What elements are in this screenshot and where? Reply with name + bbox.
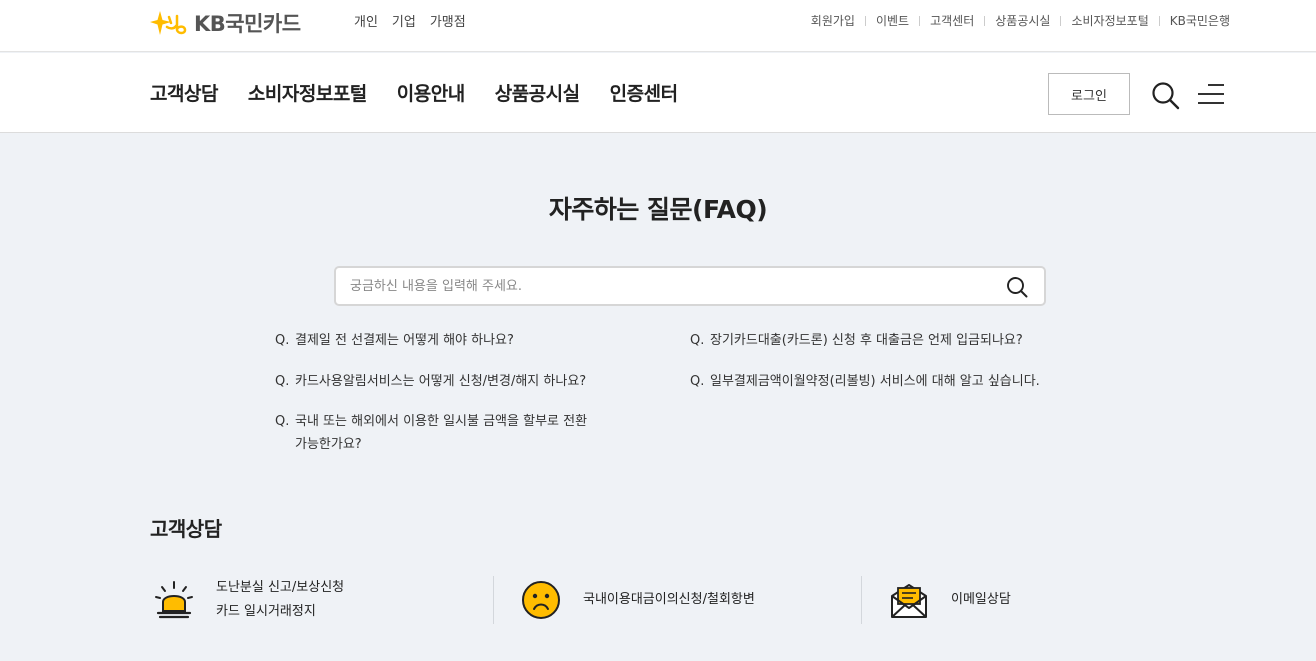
top-utility-bar: KB국민카드 개인 기업 가맹점 회원가입 이벤트 고객센터 상품공시실 소비자… <box>0 0 1316 52</box>
util-separator <box>919 15 921 26</box>
main-navigation: 고객상담 소비자정보포털 이용안내 상품공시실 인증센터 로그인 <box>0 53 1316 133</box>
faq-item-text: 장기카드대출(카드론) 신청 후 대출금은 언제 입금되나요? <box>710 333 1023 348</box>
faq-q-prefix: Q. <box>690 333 705 348</box>
gnb-item-certification-center[interactable]: 인증센터 <box>610 79 678 106</box>
faq-q-prefix: Q. <box>275 374 290 389</box>
consult-divider <box>493 576 494 624</box>
faq-item-text: 카드사용알림서비스는 어떻게 신청/변경/해지 하나요? <box>295 374 587 389</box>
util-link-kb-bank[interactable]: KB국민은행 <box>1170 12 1230 29</box>
consult-divider <box>861 576 862 624</box>
utility-links: 회원가입 이벤트 고객센터 상품공시실 소비자정보포털 KB국민은행 <box>811 12 1230 29</box>
kb-kookmin-card-logo[interactable]: KB국민카드 <box>150 8 301 38</box>
sad-face-icon <box>522 581 560 619</box>
util-link-signup[interactable]: 회원가입 <box>811 12 855 29</box>
gnb-item-customer-consult[interactable]: 고객상담 <box>150 79 218 106</box>
faq-item[interactable]: Q. 카드사용알림서비스는 어떻게 신청/변경/해지 하나요? <box>275 370 586 393</box>
segment-personal[interactable]: 개인 <box>354 11 378 30</box>
hamburger-line <box>1198 93 1224 95</box>
consult-item-text: 도난분실 신고/보상신청 카드 일시거래정지 <box>216 576 344 624</box>
consult-item-line: 카드 일시거래정지 <box>216 604 316 619</box>
consult-item-email[interactable]: 이메일상담 <box>889 576 1011 624</box>
consult-item-line: 국내이용대금이의신청/철회항변 <box>583 592 755 607</box>
consult-item-line: 도난분실 신고/보상신청 <box>216 580 345 595</box>
util-link-product-disclosure[interactable]: 상품공시실 <box>995 12 1050 29</box>
hamburger-line <box>1198 102 1224 104</box>
util-separator <box>1158 15 1160 26</box>
hamburger-line <box>1208 84 1224 86</box>
util-link-consumer-portal[interactable]: 소비자정보포털 <box>1071 12 1148 29</box>
faq-q-prefix: Q. <box>275 333 290 348</box>
segment-merchant[interactable]: 가맹점 <box>430 11 466 30</box>
faq-q-prefix: Q. <box>275 414 290 429</box>
faq-item-text-line: 가능한가요? <box>295 437 362 452</box>
consult-item-dispute[interactable]: 국내이용대금이의신청/철회항변 <box>521 576 755 624</box>
faq-item-text: 결제일 전 선결제는 어떻게 해야 하나요? <box>295 333 514 348</box>
util-link-customer-center[interactable]: 고객센터 <box>930 12 974 29</box>
siren-icon <box>155 581 193 619</box>
gnb-item-product-disclosure[interactable]: 상품공시실 <box>495 79 580 106</box>
segment-nav: 개인 기업 가맹점 <box>354 11 466 30</box>
faq-item[interactable]: Q. 장기카드대출(카드론) 신청 후 대출금은 언제 입금되나요? <box>690 329 1023 352</box>
faq-item-text: 일부결제금액이월약정(리볼빙) 서비스에 대해 알고 싶습니다. <box>710 374 1040 389</box>
util-separator <box>1060 15 1062 26</box>
util-separator <box>864 15 866 26</box>
search-icon[interactable] <box>1006 276 1028 298</box>
faq-item-text-line: 국내 또는 해외에서 이용한 일시불 금액을 할부로 전환 <box>295 414 588 429</box>
logo-text: KB국민카드 <box>194 12 301 36</box>
faq-item[interactable]: Q. 국내 또는 해외에서 이용한 일시불 금액을 할부로 전환 가능한가요? <box>275 410 587 456</box>
util-separator <box>984 15 986 26</box>
faq-item[interactable]: Q. 결제일 전 선결제는 어떻게 해야 하나요? <box>275 329 514 352</box>
faq-title: 자주하는 질문(FAQ) <box>548 195 768 224</box>
consult-section-title: 고객상담 <box>150 517 222 541</box>
faq-search-box <box>334 266 1046 306</box>
search-icon[interactable] <box>1150 80 1180 110</box>
consult-item-text: 국내이용대금이의신청/철회항변 <box>583 588 755 612</box>
kb-star-logo-icon <box>150 11 187 35</box>
gnb-item-consumer-portal[interactable]: 소비자정보포털 <box>248 79 367 106</box>
faq-item[interactable]: Q. 일부결제금액이월약정(리볼빙) 서비스에 대해 알고 싶습니다. <box>690 370 1040 393</box>
faq-search-input[interactable] <box>350 276 990 296</box>
segment-business[interactable]: 기업 <box>392 11 416 30</box>
gnb-item-usage-guide[interactable]: 이용안내 <box>397 79 465 106</box>
consult-item-line: 이메일상담 <box>951 592 1011 607</box>
envelope-icon <box>891 584 927 618</box>
login-button[interactable]: 로그인 <box>1048 73 1130 115</box>
consult-item-text: 이메일상담 <box>951 588 1011 612</box>
util-link-event[interactable]: 이벤트 <box>876 12 909 29</box>
faq-q-prefix: Q. <box>690 374 705 389</box>
consult-item-loss-report[interactable]: 도난분실 신고/보상신청 카드 일시거래정지 <box>154 576 344 624</box>
faq-item-text: 국내 또는 해외에서 이용한 일시불 금액을 할부로 전환 가능한가요? <box>295 410 587 456</box>
gnb-menu: 고객상담 소비자정보포털 이용안내 상품공시실 인증센터 <box>150 79 678 106</box>
hamburger-icon[interactable] <box>1196 82 1224 108</box>
